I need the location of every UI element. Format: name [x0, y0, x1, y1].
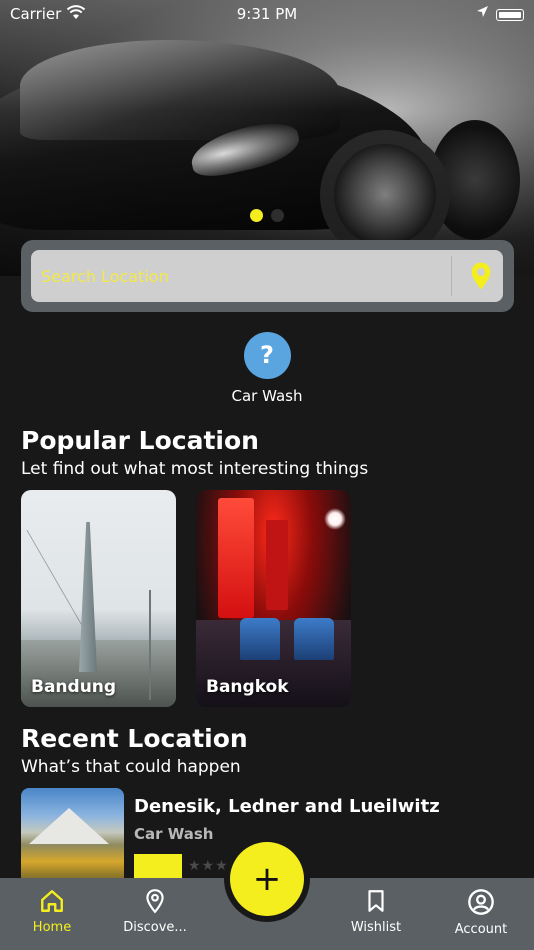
user-circle-icon: [468, 889, 494, 915]
card-image-tuktuk: [294, 618, 334, 660]
card-image-cables: [26, 530, 176, 650]
tab-account[interactable]: Account: [436, 888, 526, 937]
popular-subtitle: Let find out what most interesting thing…: [21, 459, 369, 479]
map-pin-outline-icon: [146, 889, 164, 914]
carousel-dots: [250, 209, 284, 222]
card-image-light: [324, 508, 346, 530]
location-arrow-icon: [476, 5, 489, 22]
tab-label: Home: [32, 920, 72, 935]
recent-item-title[interactable]: Denesik, Ledner and Lueilwitz: [134, 796, 440, 817]
recent-item-thumbnail[interactable]: [21, 788, 124, 880]
rating-badge: 0.0: [134, 854, 182, 880]
popular-card-bandung[interactable]: Bandung: [21, 490, 176, 707]
battery-icon: [496, 9, 524, 21]
recent-subtitle: What’s that could happen: [21, 757, 241, 777]
carousel-dot-active[interactable]: [250, 209, 263, 222]
tab-label: Wishlist: [350, 920, 402, 935]
card-image-tuktuk: [240, 618, 280, 660]
hero-overlay: [0, 0, 534, 276]
thumbnail-mountain: [29, 808, 109, 844]
search-input[interactable]: [41, 250, 441, 302]
hero-carousel[interactable]: Carrier 9:31 PM: [0, 0, 534, 276]
tab-discover[interactable]: Discove...: [110, 888, 200, 935]
home-icon: [41, 890, 63, 912]
card-image-lamp: [149, 590, 151, 700]
clock: 9:31 PM: [236, 5, 298, 23]
tab-label: Discove...: [123, 920, 187, 935]
popular-card-name: Bandung: [31, 677, 117, 697]
search-box: [31, 250, 503, 302]
map-pin-icon[interactable]: [465, 260, 497, 292]
star-rating-icons: ★★★: [188, 858, 229, 874]
search-divider: [451, 256, 452, 296]
card-image-sign: [218, 498, 254, 618]
tab-label: Account: [454, 922, 508, 937]
tab-wishlist[interactable]: Wishlist: [331, 888, 421, 935]
category-label: Car Wash: [231, 387, 303, 405]
add-button[interactable]: +: [230, 842, 304, 916]
status-bar: Carrier 9:31 PM: [0, 0, 534, 30]
popular-title: Popular Location: [21, 426, 259, 455]
popular-card-name: Bangkok: [206, 677, 289, 697]
search-panel: [21, 240, 514, 312]
recent-title: Recent Location: [21, 724, 248, 753]
recent-item-category: Car Wash: [134, 825, 214, 843]
tab-home[interactable]: Home: [7, 888, 97, 935]
carousel-dot[interactable]: [271, 209, 284, 222]
category-car-wash[interactable]: ? Car Wash: [226, 332, 308, 405]
popular-card-bangkok[interactable]: Bangkok: [196, 490, 351, 707]
question-icon: ?: [243, 332, 291, 379]
card-image-sign-2: [266, 520, 288, 610]
bookmark-icon: [368, 890, 384, 912]
